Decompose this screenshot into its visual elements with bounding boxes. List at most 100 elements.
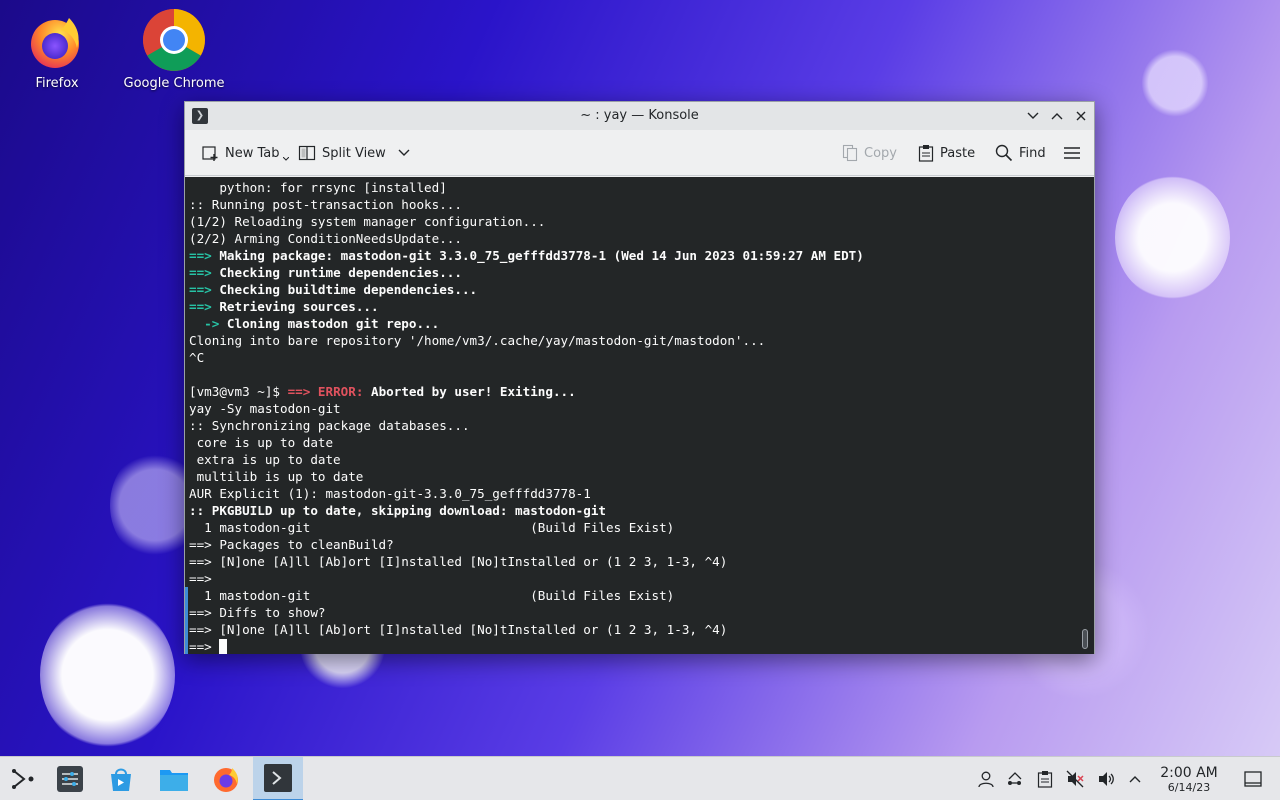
volume-muted-icon: [1066, 770, 1084, 788]
terminal-text: ==>: [189, 282, 220, 297]
terminal-line: multilib is up to date: [189, 468, 864, 485]
terminal-line: :: PKGBUILD up to date, skipping downloa…: [189, 502, 864, 519]
terminal-line: (2/2) Arming ConditionNeedsUpdate...: [189, 230, 864, 247]
paste-icon: [918, 145, 934, 162]
terminal-line: yay -Sy mastodon-git: [189, 400, 864, 417]
terminal-text: :: Synchronizing package databases...: [189, 418, 470, 433]
tray-microphone-muted[interactable]: [1065, 769, 1085, 789]
terminal-text: ==> [N]one [A]ll [Ab]ort [I]nstalled [No…: [189, 622, 728, 637]
terminal-line: :: Synchronizing package databases...: [189, 417, 864, 434]
application-launcher-button[interactable]: [0, 757, 46, 800]
show-desktop-button[interactable]: [1243, 769, 1263, 789]
chevron-down-icon: [398, 149, 410, 156]
terminal-line: [vm3@vm3 ~]$ ==> ERROR: Aborted by user!…: [189, 383, 864, 400]
dropdown-arrow-icon: [282, 157, 289, 161]
terminal-line: ==> Checking runtime dependencies...: [189, 264, 864, 281]
close-icon: [1076, 111, 1086, 121]
terminal-text: AUR Explicit (1): mastodon-git-3.3.0_75_…: [189, 486, 591, 501]
terminal-text: ==>: [189, 265, 220, 280]
terminal-text: (1/2) Reloading system manager configura…: [189, 214, 546, 229]
terminal-line: ^C: [189, 349, 864, 366]
terminal-line: ==> Diffs to show?: [189, 604, 864, 621]
chevron-up-icon: [1051, 113, 1063, 120]
terminal-text: ==>: [189, 248, 220, 263]
hamburger-menu-icon: [1064, 147, 1080, 159]
terminal-text: (2/2) Arming ConditionNeedsUpdate...: [189, 231, 462, 246]
digital-clock[interactable]: 2:00 AM 6/14/23: [1152, 765, 1226, 794]
close-button[interactable]: [1071, 106, 1091, 126]
terminal-line: AUR Explicit (1): mastodon-git-3.3.0_75_…: [189, 485, 864, 502]
split-view-label: Split View: [322, 145, 386, 161]
split-view-button[interactable]: Split View: [298, 142, 410, 164]
application-launcher-icon: [12, 769, 34, 789]
desktop-icon-chrome[interactable]: Google Chrome: [119, 8, 229, 91]
minimize-button[interactable]: [1023, 106, 1043, 126]
new-tab-label: New Tab: [225, 145, 280, 161]
terminal-line: ==> Retrieving sources...: [189, 298, 864, 315]
desktop-icon-label: Firefox: [35, 76, 79, 91]
wallpaper-bokeh: [1115, 175, 1230, 300]
terminal-scrollbar[interactable]: [1082, 629, 1088, 649]
taskbar-konsole[interactable]: [253, 757, 303, 800]
terminal-text: Aborted by user! Exiting...: [370, 384, 576, 399]
tray-expand[interactable]: [1125, 769, 1145, 789]
search-icon: [995, 144, 1013, 162]
terminal-text: Making package: mastodon-git 3.3.0_75_ge…: [219, 248, 864, 263]
terminal-line: Cloning into bare repository '/home/vm3/…: [189, 332, 864, 349]
user-icon: [978, 771, 994, 788]
paste-button[interactable]: Paste: [918, 142, 975, 164]
konsole-window[interactable]: ❯ ~ : yay — Konsole New Tab Split View C…: [184, 101, 1095, 654]
clock-time: 2:00 AM: [1160, 765, 1218, 781]
window-title: ~ : yay — Konsole: [580, 108, 699, 123]
system-settings-icon: [57, 766, 83, 792]
terminal-line: ==> [N]one [A]ll [Ab]ort [I]nstalled [No…: [189, 553, 864, 570]
terminal-text: Checking buildtime dependencies...: [219, 282, 478, 297]
terminal-text: ==> Packages to cleanBuild?: [189, 537, 394, 552]
terminal-text: :: Running post-transaction hooks...: [189, 197, 462, 212]
taskbar-dolphin-files[interactable]: [151, 757, 197, 800]
terminal-text: Retrieving sources...: [219, 299, 379, 314]
terminal-text: [vm3@vm3 ~]$: [189, 384, 288, 399]
discover-icon: [111, 768, 131, 791]
terminal-text: ==>: [189, 571, 212, 586]
terminal-text: 1 mastodon-git (Build Files Exist): [189, 520, 675, 535]
taskbar-system-settings[interactable]: [47, 757, 93, 800]
tray-volume[interactable]: [1096, 769, 1116, 789]
tray-clipboard[interactable]: [1035, 769, 1055, 789]
terminal-view[interactable]: python: for rrsync [installed]:: Running…: [185, 177, 1094, 654]
terminal-line: :: Running post-transaction hooks...: [189, 196, 864, 213]
maximize-button[interactable]: [1047, 106, 1067, 126]
terminal-text: ==> [N]one [A]ll [Ab]ort [I]nstalled [No…: [189, 554, 728, 569]
terminal-line: ==> Packages to cleanBuild?: [189, 536, 864, 553]
konsole-icon: [264, 764, 292, 792]
copy-icon: [842, 144, 858, 162]
clock-date: 6/14/23: [1167, 781, 1211, 794]
terminal-line: core is up to date: [189, 434, 864, 451]
chrome-icon: [142, 8, 206, 72]
split-view-icon: [298, 145, 316, 161]
tray-user[interactable]: [976, 769, 996, 789]
firefox-icon: [25, 8, 89, 72]
terminal-line: 1 mastodon-git (Build Files Exist): [189, 587, 864, 604]
tray-network[interactable]: [1005, 769, 1025, 789]
terminal-text: :: PKGBUILD up to date, skipping downloa…: [189, 503, 607, 518]
terminal-line: extra is up to date: [189, 451, 864, 468]
terminal-line: -> Cloning mastodon git repo...: [189, 315, 864, 332]
hamburger-menu-button[interactable]: [1063, 142, 1081, 164]
terminal-line: ==>: [189, 638, 864, 654]
desktop-icon-label: Google Chrome: [123, 76, 225, 91]
desktop-icon-firefox[interactable]: Firefox: [2, 8, 112, 91]
find-button[interactable]: Find: [995, 142, 1046, 164]
terminal-text: ==>: [189, 639, 220, 654]
taskbar: 2:00 AM 6/14/23: [0, 756, 1280, 800]
terminal-text: extra is up to date: [189, 452, 341, 467]
new-tab-button[interactable]: New Tab: [201, 142, 289, 164]
copy-button[interactable]: Copy: [842, 142, 897, 164]
taskbar-discover[interactable]: [98, 757, 144, 800]
taskbar-firefox[interactable]: [203, 757, 249, 800]
terminal-line: ==> Making package: mastodon-git 3.3.0_7…: [189, 247, 864, 264]
window-titlebar[interactable]: ❯ ~ : yay — Konsole: [185, 102, 1094, 130]
network-icon: [1008, 772, 1022, 785]
terminal-text: ->: [189, 316, 227, 331]
terminal-line: ==> Checking buildtime dependencies...: [189, 281, 864, 298]
